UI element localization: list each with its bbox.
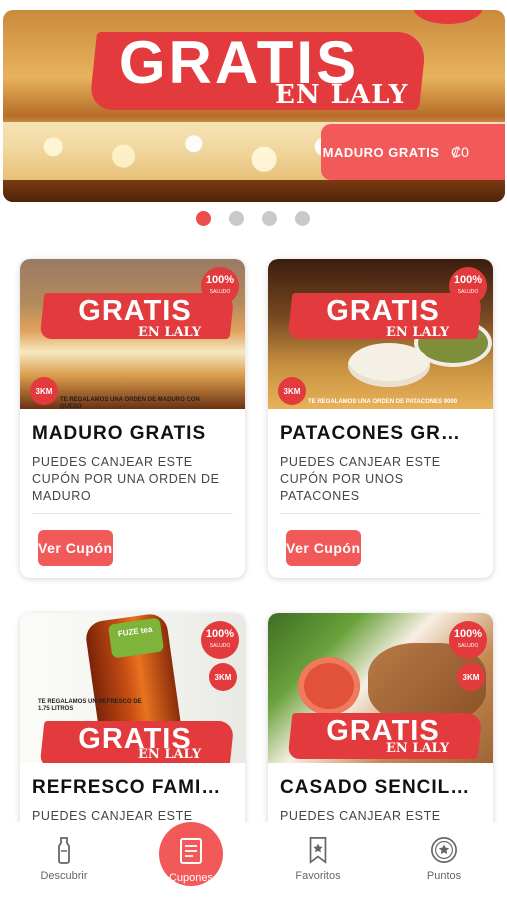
coupon-title: REFRESCO FAMI… bbox=[32, 777, 222, 798]
carousel-dot[interactable] bbox=[196, 211, 211, 226]
hero-offer-pill[interactable]: MADURO GRATIS ₡0 bbox=[321, 124, 505, 180]
image-fineprint: TE REGALAMOS UN REFRESCO DE 1.75 LITROS bbox=[38, 699, 142, 712]
km-badge: 3KM bbox=[457, 663, 485, 691]
tomato-image bbox=[298, 657, 360, 715]
hero-corner-shape bbox=[413, 10, 483, 24]
nav-label: Favoritos bbox=[295, 870, 341, 882]
km-badge: 3KM bbox=[209, 663, 237, 691]
badge-100: 100% SALUDO bbox=[449, 621, 487, 659]
coupon-title: PATACONES GR… bbox=[280, 423, 461, 444]
bottom-nav: Descubrir Cupones Favoritos Puntos bbox=[0, 822, 507, 900]
coupon-card[interactable]: GRATIS EN LALY 100% SALUDO 3KM TE REGALAM… bbox=[268, 259, 493, 578]
divider bbox=[32, 513, 233, 514]
coupon-description: PUEDES CANJEAR ESTE CUPÓN POR UNOS PATAC… bbox=[280, 455, 441, 503]
nav-item-favoritos[interactable]: Favoritos bbox=[268, 836, 368, 882]
image-subtitle: EN LALY bbox=[138, 325, 202, 340]
coupon-image: FUZE tea 100% SALUDO 3KM TE REGALAMOS UN … bbox=[20, 613, 245, 763]
hero-subtitle: EN LALY bbox=[275, 80, 409, 110]
hero-banner[interactable]: GRATIS EN LALY MADURO GRATIS ₡0 bbox=[3, 10, 505, 202]
cheese-bowl bbox=[348, 343, 430, 387]
image-fineprint: TE REGALAMOS UNA ORDEN DE MADURO CON QUE… bbox=[60, 397, 200, 409]
coupon-image: GRATIS EN LALY 100% SALUDO 3KM TE REGALAM… bbox=[268, 259, 493, 409]
carousel-dot[interactable] bbox=[295, 211, 310, 226]
carousel-dot[interactable] bbox=[262, 211, 277, 226]
bookmark-star-icon bbox=[309, 837, 327, 864]
image-title: GRATIS bbox=[78, 295, 192, 327]
nav-label: Cupones bbox=[168, 872, 214, 884]
coupon-icon bbox=[180, 838, 202, 864]
bottle-label: FUZE tea bbox=[107, 617, 165, 659]
badge-100: 100% SALUDO bbox=[201, 267, 239, 305]
coupon-title: MADURO GRATIS bbox=[32, 423, 207, 444]
coupon-image: GRATIS EN LALY 100% SALUDO 3KM TE REGALAM… bbox=[20, 259, 245, 409]
nav-label: Descubrir bbox=[40, 870, 88, 882]
image-subtitle: EN LALY bbox=[138, 747, 202, 762]
badge-100: 100% SALUDO bbox=[201, 621, 239, 659]
image-title: GRATIS bbox=[326, 295, 440, 327]
nav-label: Puntos bbox=[426, 870, 462, 882]
coupon-image: 100% SALUDO 3KM GRATIS EN LALY bbox=[268, 613, 493, 763]
nav-item-puntos[interactable]: Puntos bbox=[394, 836, 494, 882]
nav-item-descubrir[interactable]: Descubrir bbox=[14, 836, 114, 882]
image-fineprint: TE REGALAMOS UNA ORDEN DE PATACONES 9000 bbox=[308, 399, 458, 405]
coupon-description: PUEDES CANJEAR ESTE CUPÓN POR UNA ORDEN … bbox=[32, 455, 220, 503]
hero-crust bbox=[3, 180, 505, 202]
coupon-card[interactable]: GRATIS EN LALY 100% SALUDO 3KM TE REGALAM… bbox=[20, 259, 245, 578]
bottle-icon bbox=[58, 837, 70, 864]
image-subtitle: EN LALY bbox=[386, 741, 450, 756]
ver-cupon-button[interactable]: Ver Cupón bbox=[286, 530, 361, 566]
active-nav-bubble: Cupones bbox=[159, 822, 223, 886]
divider bbox=[280, 513, 481, 514]
ver-cupon-button[interactable]: Ver Cupón bbox=[38, 530, 113, 566]
badge-100: 100% SALUDO bbox=[449, 267, 487, 305]
km-badge: 3KM bbox=[278, 377, 306, 405]
carousel-dot[interactable] bbox=[229, 211, 244, 226]
coupon-title: CASADO SENCIL… bbox=[280, 777, 471, 798]
hero-offer-label: MADURO GRATIS bbox=[322, 144, 440, 160]
image-subtitle: EN LALY bbox=[386, 325, 450, 340]
star-circle-icon bbox=[431, 837, 457, 863]
km-badge: 3KM bbox=[30, 377, 58, 405]
carousel-indicator bbox=[196, 211, 310, 226]
nav-item-cupones[interactable]: Cupones bbox=[141, 822, 241, 886]
hero-offer-price: ₡0 bbox=[451, 144, 469, 160]
